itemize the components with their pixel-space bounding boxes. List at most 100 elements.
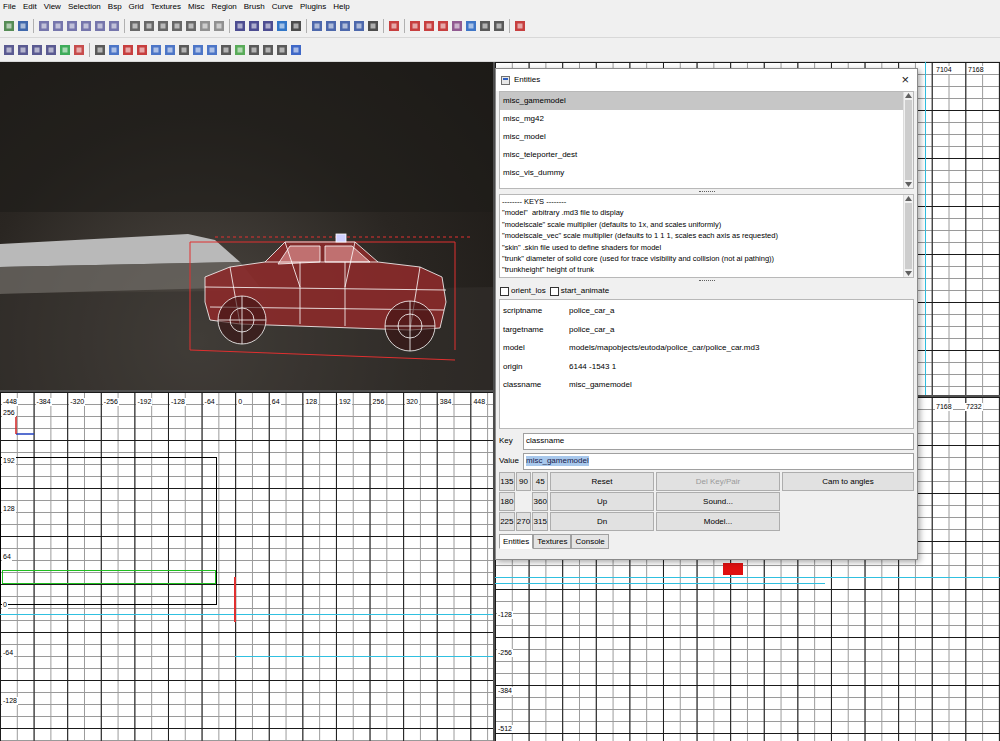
title-bar[interactable]: Entities×: [496, 69, 917, 91]
angle-button[interactable]: 180: [499, 492, 515, 511]
entity-class-item[interactable]: misc_model: [500, 128, 903, 146]
tool-icon[interactable]: [31, 44, 43, 56]
action-button[interactable]: Sound...: [656, 492, 780, 511]
scrollbar-thumb[interactable]: [905, 100, 912, 180]
tool-icon[interactable]: [423, 20, 435, 32]
tool-icon[interactable]: [164, 44, 176, 56]
arrow-down-icon[interactable]: [905, 182, 912, 187]
tool-icon[interactable]: [437, 20, 449, 32]
menu-item[interactable]: Edit: [23, 2, 37, 12]
tool-icon[interactable]: [409, 20, 421, 32]
close-button[interactable]: ×: [898, 73, 912, 87]
properties-list[interactable]: scriptnamepolice_car_atargetnamepolice_c…: [499, 299, 914, 429]
menu-item[interactable]: Region: [211, 2, 236, 12]
tool-icon[interactable]: [248, 44, 260, 56]
angle-button[interactable]: 90: [516, 472, 532, 491]
checkbox-box[interactable]: [500, 287, 509, 296]
arrow-up-icon[interactable]: [905, 196, 912, 201]
tool-icon[interactable]: [122, 44, 134, 56]
tool-icon[interactable]: [339, 20, 351, 32]
tool-icon[interactable]: [171, 20, 183, 32]
brush-outline[interactable]: [0, 457, 217, 605]
menu-item[interactable]: Plugins: [300, 2, 326, 12]
menu-item[interactable]: Textures: [151, 2, 181, 12]
tool-icon[interactable]: [479, 20, 491, 32]
entity-marker[interactable]: [234, 577, 236, 622]
action-button[interactable]: Up: [550, 492, 654, 511]
tool-icon[interactable]: [276, 20, 288, 32]
description-box[interactable]: -------- KEYS --------"model" arbitrary …: [499, 194, 914, 278]
menu-item[interactable]: Brush: [244, 2, 265, 12]
key-input[interactable]: classname: [523, 433, 914, 450]
tool-icon[interactable]: [514, 20, 526, 32]
tool-icon[interactable]: [367, 20, 379, 32]
tool-icon[interactable]: [108, 20, 120, 32]
tool-icon[interactable]: [206, 44, 218, 56]
action-button[interactable]: Cam to angles: [782, 472, 914, 491]
selected-entity[interactable]: [723, 563, 743, 575]
tab[interactable]: Console: [571, 534, 608, 549]
tool-icon[interactable]: [94, 44, 106, 56]
value-input[interactable]: misc_gamemodel: [523, 453, 914, 470]
tool-icon[interactable]: [129, 20, 141, 32]
arrow-up-icon[interactable]: [905, 93, 912, 98]
action-button[interactable]: Model...: [656, 512, 780, 531]
menu-item[interactable]: File: [3, 2, 16, 12]
scrollbar-thumb[interactable]: [905, 203, 912, 269]
scrollbar[interactable]: [903, 195, 913, 277]
action-button[interactable]: Dn: [550, 512, 654, 531]
tool-icon[interactable]: [185, 20, 197, 32]
scene-drawing[interactable]: [0, 62, 493, 390]
tool-icon[interactable]: [3, 20, 15, 32]
spawnflag-checkbox[interactable]: orient_los: [500, 286, 546, 296]
tool-icon[interactable]: [234, 20, 246, 32]
entity-class-item[interactable]: misc_teleporter_dest: [500, 146, 903, 164]
property-row[interactable]: origin6144 -1543 1: [500, 358, 913, 377]
tool-icon[interactable]: [157, 20, 169, 32]
tool-icon[interactable]: [311, 20, 323, 32]
tool-icon[interactable]: [17, 44, 29, 56]
tool-icon[interactable]: [248, 20, 260, 32]
tool-icon[interactable]: [276, 44, 288, 56]
tool-icon[interactable]: [94, 20, 106, 32]
property-row[interactable]: modelmodels/mapobjects/eutoda/police_car…: [500, 339, 913, 358]
tool-icon[interactable]: [73, 44, 85, 56]
tool-icon[interactable]: [52, 20, 64, 32]
menu-item[interactable]: Bsp: [108, 2, 122, 12]
tab[interactable]: Textures: [533, 534, 571, 549]
angle-button[interactable]: 270: [516, 512, 532, 531]
tool-icon[interactable]: [178, 44, 190, 56]
tool-icon[interactable]: [38, 20, 50, 32]
tool-icon[interactable]: [45, 44, 57, 56]
entity-class-item[interactable]: misc_mg42: [500, 110, 903, 128]
tool-icon[interactable]: [66, 20, 78, 32]
angle-button[interactable]: 360: [532, 492, 548, 511]
tool-icon[interactable]: [493, 20, 505, 32]
tool-icon[interactable]: [192, 44, 204, 56]
tool-icon[interactable]: [290, 20, 302, 32]
camera-view[interactable]: [0, 62, 493, 390]
checkbox-box[interactable]: [550, 287, 559, 296]
tool-icon[interactable]: [3, 44, 15, 56]
angle-button[interactable]: 135: [499, 472, 515, 491]
tool-icon[interactable]: [325, 20, 337, 32]
tool-icon[interactable]: [80, 20, 92, 32]
tool-icon[interactable]: [262, 20, 274, 32]
entity-class-list[interactable]: misc_gamemodelmisc_mg42misc_modelmisc_te…: [499, 91, 914, 189]
selected-brush[interactable]: [2, 570, 216, 584]
tool-icon[interactable]: [451, 20, 463, 32]
menu-item[interactable]: Grid: [129, 2, 144, 12]
menu-item[interactable]: View: [44, 2, 61, 12]
angle-button[interactable]: 45: [532, 472, 548, 491]
splitter[interactable]: [496, 278, 917, 283]
entities-window[interactable]: Entities×misc_gamemodelmisc_mg42misc_mod…: [495, 68, 918, 560]
menu-item[interactable]: Misc: [188, 2, 204, 12]
xz-grid-view[interactable]: -448-384-320-256-192-128-640641281922563…: [0, 390, 493, 741]
tool-icon[interactable]: [262, 44, 274, 56]
tool-icon[interactable]: [136, 44, 148, 56]
tool-icon[interactable]: [388, 20, 400, 32]
tool-icon[interactable]: [143, 20, 155, 32]
angle-button[interactable]: 225: [499, 512, 515, 531]
tool-icon[interactable]: [59, 44, 71, 56]
action-button[interactable]: Reset: [550, 472, 654, 491]
